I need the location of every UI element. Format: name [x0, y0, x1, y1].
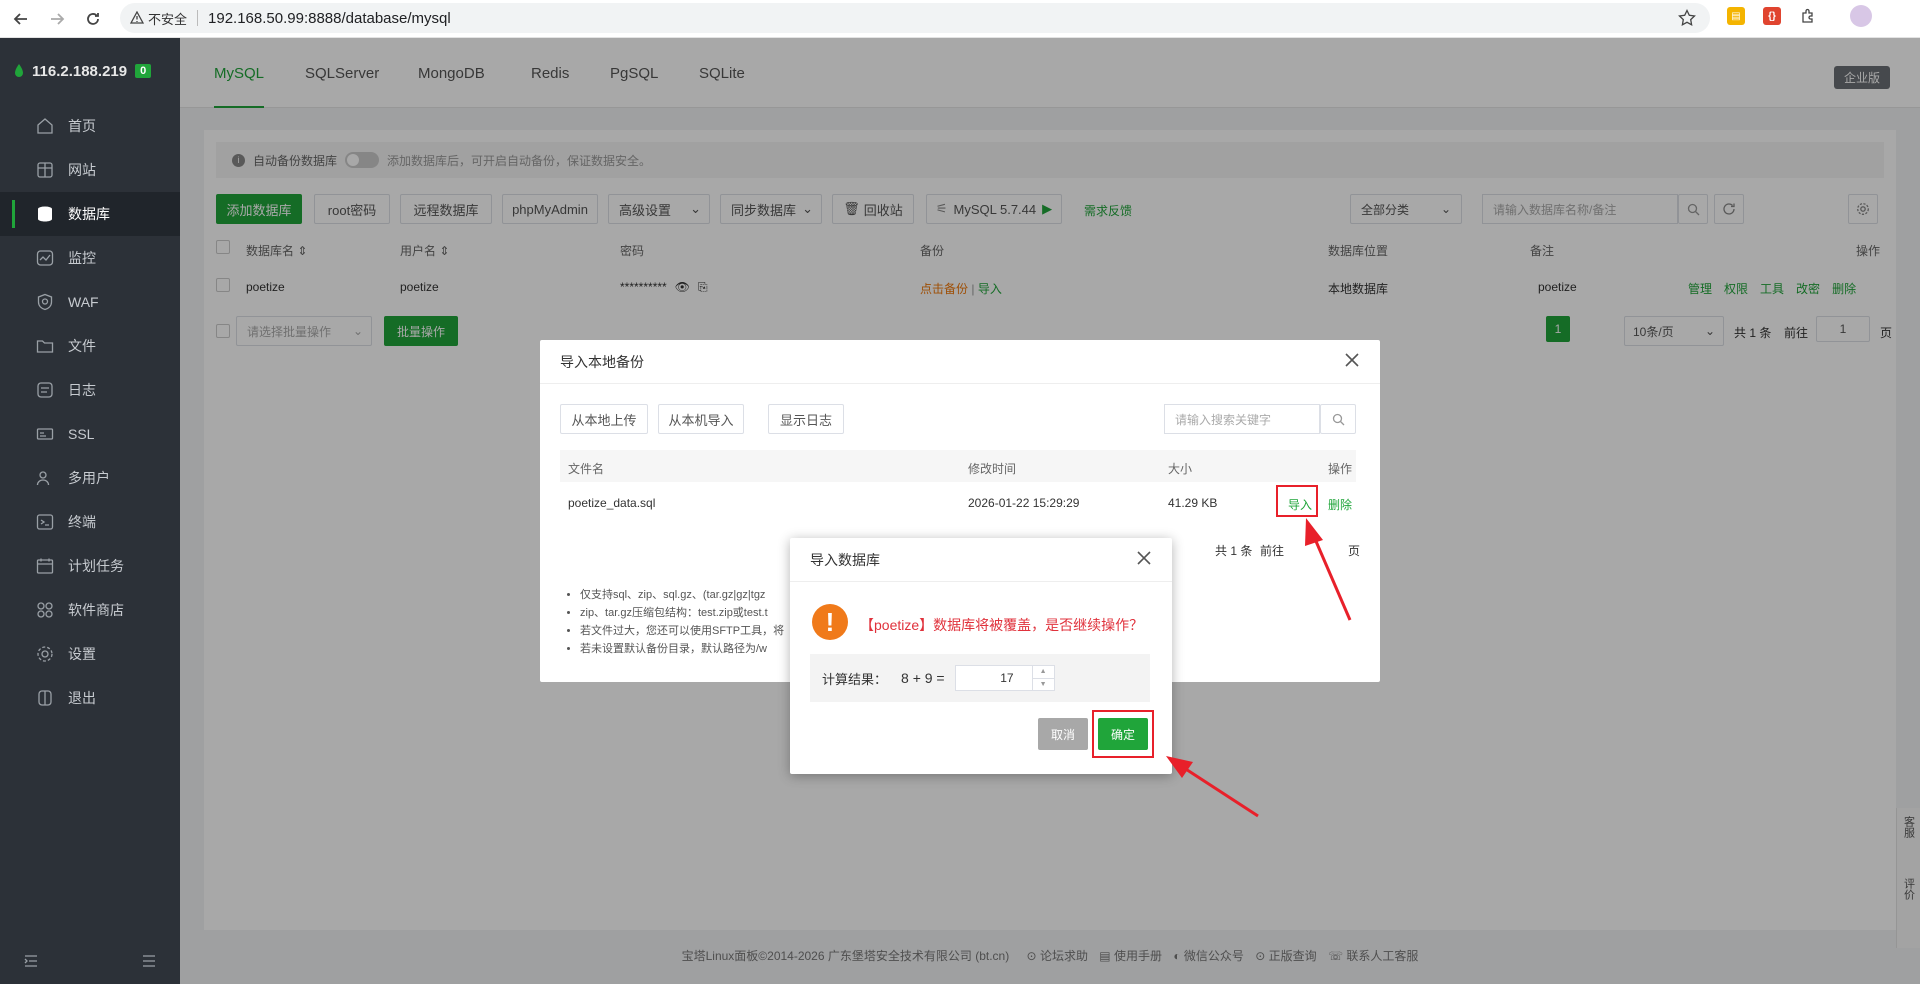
annotation-arrows [1166, 518, 1352, 818]
arrow-to-import-icon [1305, 518, 1352, 621]
arrow-to-confirm-icon [1166, 756, 1259, 818]
